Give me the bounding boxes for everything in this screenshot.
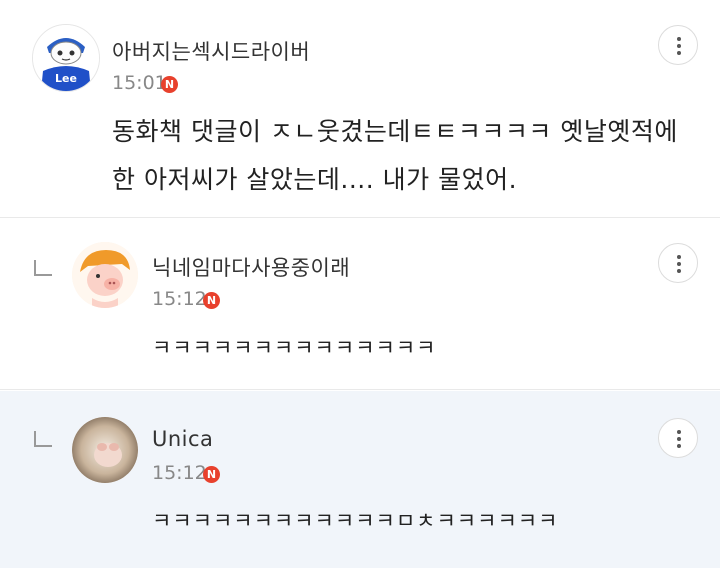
more-options-button[interactable] [658, 418, 698, 458]
comment-time: 15:12 [152, 288, 207, 310]
comment-author[interactable]: 아버지는섹시드라이버 [112, 36, 310, 66]
more-dot [677, 437, 681, 441]
more-options-button[interactable] [658, 25, 698, 65]
new-badge-icon: N [203, 292, 220, 309]
new-badge-icon: N [203, 466, 220, 483]
avatar-image [72, 417, 138, 483]
avatar[interactable] [72, 242, 138, 308]
comment-author[interactable]: 닉네임마다사용중이래 [152, 252, 350, 282]
new-badge-icon: N [161, 76, 178, 93]
more-dot [677, 44, 681, 48]
comment-item: Lee 아버지는섹시드라이버 15:01 N 동화책 댓글이 ㅈㄴ웃겼는데ㅌㅌㅋ… [0, 0, 720, 218]
reply-item: Unica 15:12 N ㅋㅋㅋㅋㅋㅋㅋㅋㅋㅋㅋㅋㅁㅊㅋㅋㅋㅋㅋㅋ [0, 391, 720, 568]
more-vertical-icon [677, 430, 681, 434]
more-options-button[interactable] [658, 243, 698, 283]
avatar[interactable]: Lee [32, 24, 100, 92]
avatar-logo: Lee [55, 72, 77, 85]
comment-text: ㅋㅋㅋㅋㅋㅋㅋㅋㅋㅋㅋㅋㅁㅊㅋㅋㅋㅋㅋㅋ [152, 509, 559, 533]
comment-text: 동화책 댓글이 ㅈㄴ웃겼는데ㅌㅌㅋㅋㅋㅋ 옛날옛적에 한 아저씨가 살았는데..… [112, 108, 678, 204]
comment-author[interactable]: Unica [152, 427, 213, 451]
more-vertical-icon [677, 37, 681, 41]
more-vertical-icon [677, 255, 681, 259]
comment-text-line: 동화책 댓글이 ㅈㄴ웃겼는데ㅌㅌㅋㅋㅋㅋ 옛날옛적에 [112, 117, 678, 146]
more-dot [677, 269, 681, 273]
comment-text: ㅋㅋㅋㅋㅋㅋㅋㅋㅋㅋㅋㅋㅋㅋ [152, 336, 437, 360]
reply-arrow-icon [34, 260, 52, 276]
avatar-image: Lee [33, 25, 99, 91]
more-dot [677, 51, 681, 55]
avatar[interactable] [72, 417, 138, 483]
reply-item: 닉네임마다사용중이래 15:12 N ㅋㅋㅋㅋㅋㅋㅋㅋㅋㅋㅋㅋㅋㅋ [0, 218, 720, 390]
comment-time: 15:01 [112, 72, 167, 94]
avatar-image [72, 242, 138, 308]
more-dot [677, 444, 681, 448]
reply-arrow-icon [34, 431, 52, 447]
more-dot [677, 262, 681, 266]
comment-text-line: 한 아저씨가 살았는데.... 내가 물었어. [112, 165, 518, 194]
comment-time: 15:12 [152, 462, 207, 484]
